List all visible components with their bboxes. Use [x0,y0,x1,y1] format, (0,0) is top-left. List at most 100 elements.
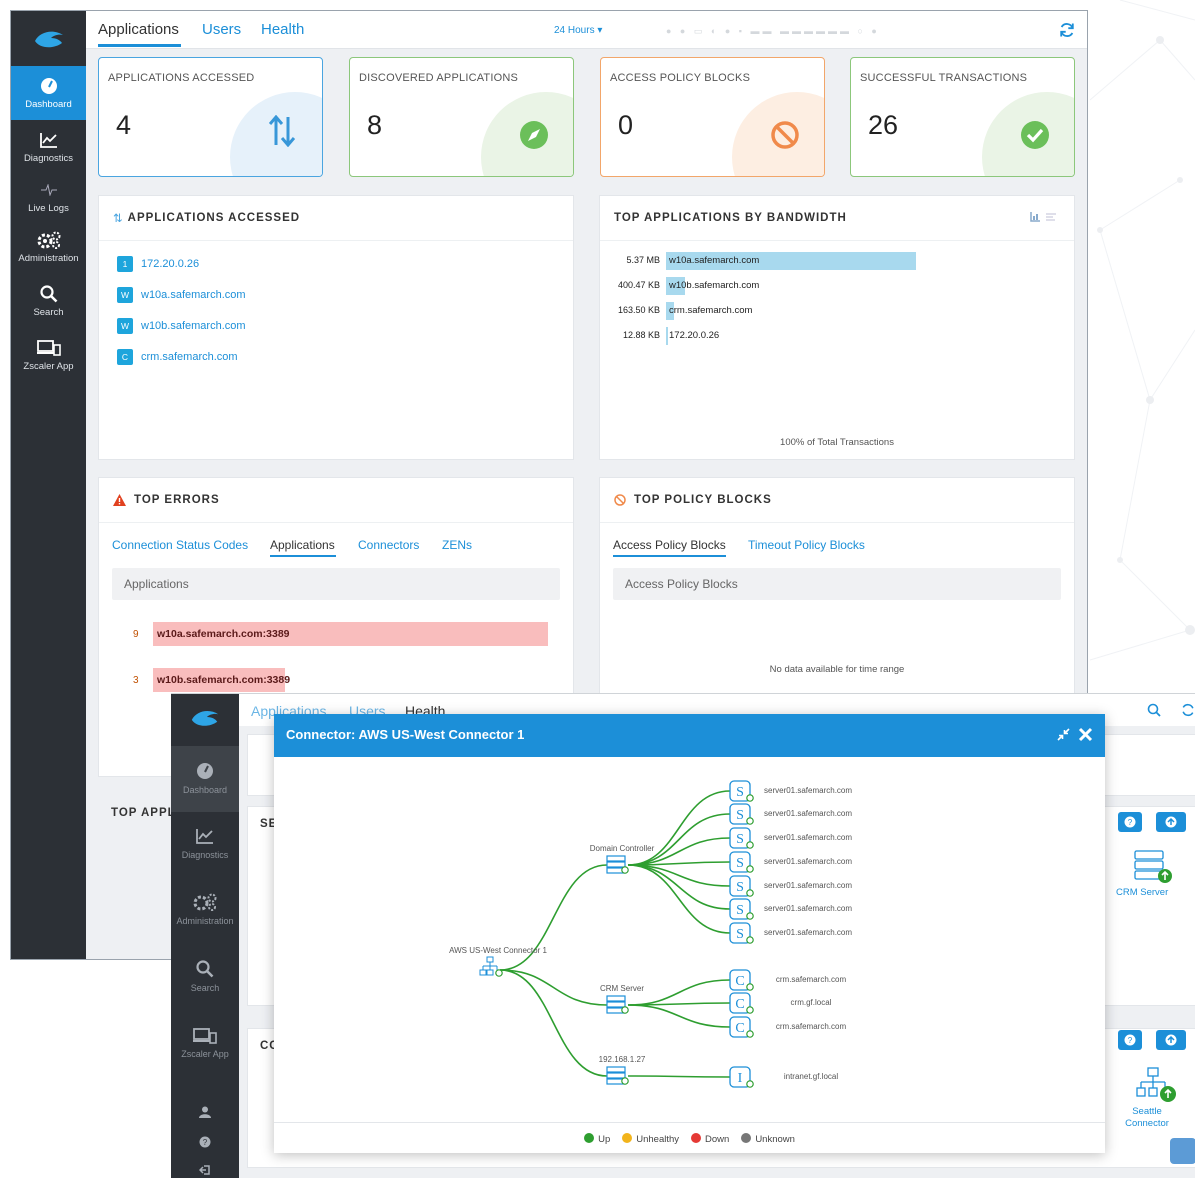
app-list-item[interactable]: Ww10b.safemarch.com [117,318,246,334]
kpi-access-policy-blocks[interactable]: ACCESS POLICY BLOCKS 0 [600,57,825,177]
tab-connectors[interactable]: Connectors [358,538,419,552]
collapse-icon[interactable] [1057,728,1070,744]
list-view-icon[interactable] [1046,212,1056,222]
refresh-icon[interactable] [1059,22,1075,43]
panel-header: TOP POLICY BLOCKS [600,478,1074,523]
modal-title: Connector: AWS US-West Connector 1 [286,727,525,742]
bandwidth-row[interactable]: 12.88 KB 172.20.0.26 [600,327,1070,345]
status-up-dot [746,817,754,825]
svg-text:?: ? [1128,1036,1133,1045]
status-legend: Up Unhealthy Down Unknown [274,1133,1105,1145]
bandwidth-value: 163.50 KB [617,305,660,315]
tab-access-policy-blocks[interactable]: Access Policy Blocks [613,538,726,552]
bandwidth-row[interactable]: 163.50 KB crm.safemarch.com [600,302,1070,320]
sidebar-item-search[interactable]: Search [171,960,239,993]
panel-title: APPLICATIONS ACCESSED [127,212,301,224]
dashboard-gauge-icon [196,762,214,782]
panel-title: TOP APPLICATIONS BY BANDWIDTH [614,212,847,224]
up-down-arrows-icon [268,114,296,152]
error-row[interactable]: 3 w10b.safemarch.com:3389 [133,668,290,692]
app-list-item[interactable]: Ww10a.safemarch.com [117,287,246,303]
tab-applications[interactable]: Applications [98,21,179,38]
crm-server-label[interactable]: CRM Server [1116,887,1168,898]
application-node-label: server01.safemarch.com [764,928,852,937]
app-list-item[interactable]: Ccrm.safemarch.com [117,349,238,365]
chart-line-icon [196,828,214,846]
help-button[interactable]: ? [1118,812,1142,832]
sidebar-item-zscaler-app[interactable]: Zscaler App [11,328,86,382]
kpi-applications-accessed[interactable]: APPLICATIONS ACCESSED 4 [98,57,323,177]
tab-applications[interactable]: Applications [270,538,335,552]
sidebar-item-diagnostics[interactable]: Diagnostics [171,828,239,860]
bandwidth-panel: TOP APPLICATIONS BY BANDWIDTH 5.37 MB w1… [599,195,1075,460]
legend-label: Down [705,1134,730,1145]
help-button[interactable]: ? [1118,1030,1142,1050]
sidebar-item-dashboard[interactable]: Dashboard [11,66,86,120]
app-list-item[interactable]: 1 172.20.0.26 [117,256,199,272]
legend-item-unhealthy: Unhealthy [622,1133,679,1145]
server-stack-icon [1133,849,1173,888]
sidebar-item-administration[interactable]: Administration [171,892,239,926]
sidebar-item-label: Dashboard [25,99,72,110]
search-icon [196,960,214,980]
block-icon [770,120,800,155]
logout-icon[interactable] [171,1164,239,1176]
dashboard-gauge-icon [40,76,58,96]
tab-connection-status-codes[interactable]: Connection Status Codes [112,538,248,552]
app-link[interactable]: 172.20.0.26 [141,258,199,270]
sidebar-item-live-logs[interactable]: Live Logs [11,174,86,220]
support-widget-icon[interactable] [1170,1138,1195,1164]
app-letter-label: I [738,1071,743,1086]
upload-button[interactable] [1156,1030,1186,1050]
top-nav-bar: Applications Users Health 24 Hours ▾ ● ●… [86,11,1087,49]
server-group-label: CRM Server [600,984,644,993]
sidebar-item-label: Search [33,307,64,318]
gears-icon [193,892,217,914]
sidebar-item-search[interactable]: Search [11,274,86,328]
error-row[interactable]: 9 w10a.safemarch.com:3389 [133,622,548,646]
help-icon[interactable]: ? [171,1136,239,1148]
upload-button[interactable] [1156,812,1186,832]
search-icon[interactable] [1147,703,1161,722]
tab-zens[interactable]: ZENs [442,538,472,552]
sidebar-item-label: Search [190,983,220,993]
status-up-dot [746,936,754,944]
sidebar-item-label: Administration [176,916,234,926]
time-range-select[interactable]: 24 Hours ▾ [554,25,602,36]
application-node-label: server01.safemarch.com [764,809,852,818]
sidebar-item-diagnostics[interactable]: Diagnostics [11,120,86,174]
tab-users[interactable]: Users [202,21,241,38]
user-icon[interactable] [171,1106,239,1118]
kpi-value: 26 [868,110,899,140]
kpi-value: 4 [116,110,132,140]
active-subtab-indicator [270,555,336,557]
tab-timeout-policy-blocks[interactable]: Timeout Policy Blocks [748,538,865,552]
app-link[interactable]: w10b.safemarch.com [141,320,246,332]
app-badge: W [117,318,133,334]
legend-dot [622,1133,633,1143]
connector-node-icon[interactable] [479,956,498,976]
check-circle-icon [1020,120,1050,155]
tab-health[interactable]: Health [261,21,304,38]
sidebar-item-administration[interactable]: Administration [11,220,86,274]
app-letter-label: S [736,856,744,871]
sidebar-item-zscaler-app[interactable]: Zscaler App [171,1028,239,1059]
kpi-value: 8 [367,110,383,140]
kpi-discovered-applications[interactable]: DISCOVERED APPLICATIONS 8 [349,57,574,177]
application-node-label: intranet.gf.local [784,1072,838,1081]
bandwidth-row[interactable]: 5.37 MB w10a.safemarch.com [600,252,1070,270]
app-letter-label: S [736,880,744,895]
bandwidth-app-name: w10a.safemarch.com [669,255,760,266]
bandwidth-row[interactable]: 400.47 KB w10b.safemarch.com [600,277,1070,295]
app-link[interactable]: w10a.safemarch.com [141,289,246,301]
refresh-icon[interactable] [1181,703,1195,722]
app-link[interactable]: crm.safemarch.com [141,351,238,363]
chart-view-icon[interactable] [1030,212,1040,222]
seattle-connector-label[interactable]: Seattle Connector [1117,1106,1177,1130]
close-icon[interactable] [1078,727,1093,745]
status-up-dot [621,1006,629,1014]
kpi-successful-transactions[interactable]: SUCCESSFUL TRANSACTIONS 26 [850,57,1075,177]
sidebar-item-dashboard[interactable]: Dashboard [171,762,239,795]
legend-dot [584,1133,595,1143]
chart-view-toggle[interactable] [1030,212,1056,222]
